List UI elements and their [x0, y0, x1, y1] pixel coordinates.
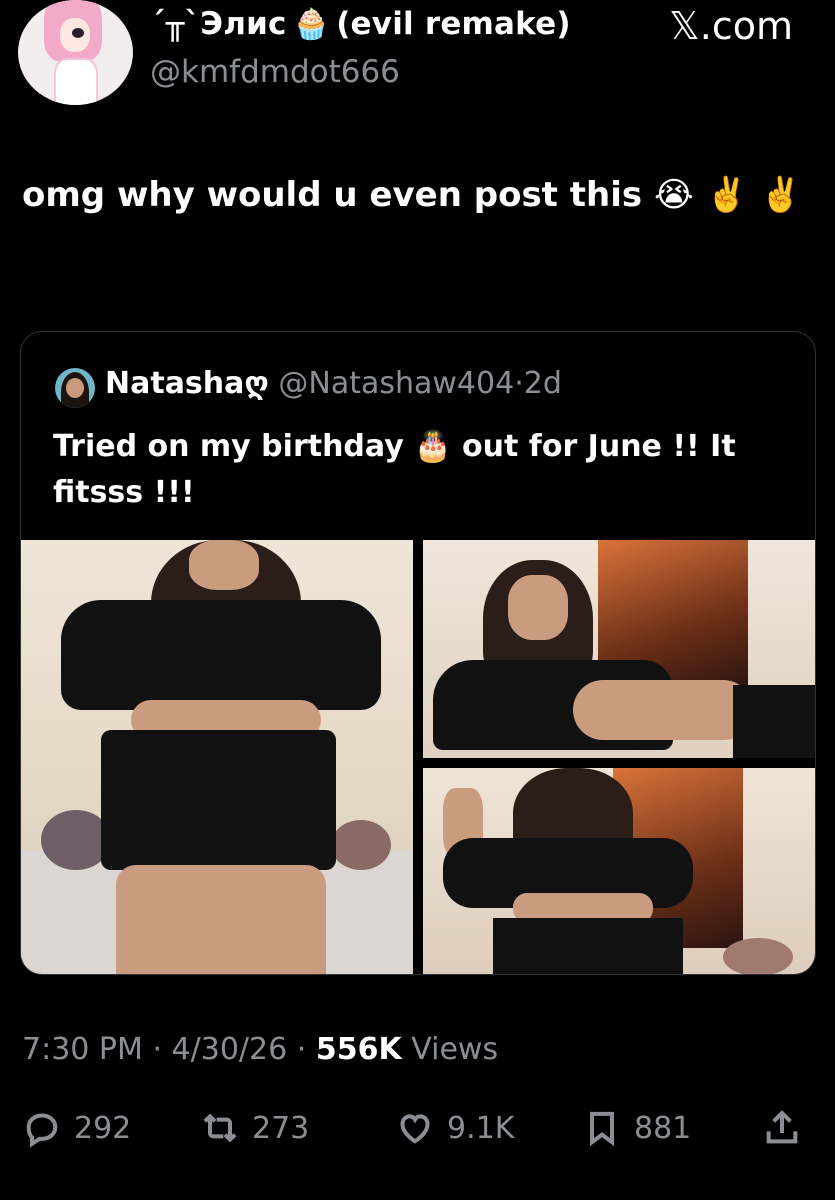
tweet-time[interactable]: 7:30 PM [22, 1032, 143, 1067]
quoted-photo-1[interactable] [21, 540, 413, 974]
photo-stockings [733, 685, 815, 758]
photo-legs [116, 865, 326, 974]
photo-skirt [101, 730, 336, 870]
speech-bubble-icon [26, 1113, 58, 1148]
tweet-date[interactable]: 4/30/26 [172, 1032, 288, 1067]
quoted-separator: · [514, 366, 524, 401]
action-bar: 292 273 9.1K 881 [0, 1108, 835, 1158]
share-upload-icon [766, 1110, 798, 1144]
quoted-name[interactable]: Natasha [105, 366, 244, 401]
quoted-avatar-face [66, 378, 84, 398]
cupcake-emoji-icon: 🧁 [292, 7, 331, 42]
share-button[interactable] [762, 1108, 802, 1148]
avatar-body [54, 58, 98, 105]
quoted-time[interactable]: 2d [524, 366, 562, 401]
author-avatar[interactable] [18, 0, 133, 105]
author-display-name[interactable]: ´╥`Элис 🧁 (evil remake) [150, 6, 571, 42]
views-count: 556K [315, 1032, 402, 1067]
quoted-name-emoji: ღ [244, 366, 269, 401]
quoted-text: Tried on my birthday 🎂 out for June !! I… [53, 429, 736, 510]
tweet-text: omg why would u even post this 😭 ✌️ ✌️ [22, 175, 803, 215]
views-label: Views [411, 1032, 499, 1067]
bookmark-count: 881 [634, 1110, 692, 1146]
photo-plush-toy-right [331, 820, 391, 870]
author-handle[interactable]: @kmfdmdot666 [150, 54, 400, 90]
quoted-handle[interactable]: @Natashaw404 [278, 366, 514, 401]
repost-arrows-icon [203, 1113, 237, 1143]
photo-top [61, 600, 381, 710]
quoted-header: Natashaღ @Natashaw404·2d [105, 366, 562, 401]
quoted-avatar[interactable] [55, 368, 95, 408]
author-name-suffix: (evil remake) [336, 6, 571, 42]
repost-count: 273 [252, 1110, 310, 1146]
repost-button[interactable]: 273 [200, 1108, 309, 1148]
bookmark-icon [590, 1111, 614, 1147]
author-name-prefix: ´╥`Элис [150, 6, 287, 42]
photo-face [508, 575, 568, 640]
tweet-meta: 7:30 PM · 4/30/26 · 556K Views [22, 1032, 498, 1067]
reply-button[interactable]: 292 [22, 1108, 131, 1148]
bookmark-button[interactable]: 881 [582, 1108, 691, 1148]
photo-skirt [493, 918, 683, 974]
meta-separator: · [152, 1032, 162, 1067]
heart-icon [400, 1114, 430, 1144]
photo-face [189, 540, 259, 590]
like-button[interactable]: 9.1K [395, 1108, 514, 1148]
reply-count: 292 [74, 1110, 132, 1146]
avatar-eye [72, 28, 84, 38]
quoted-photo-2[interactable] [423, 540, 815, 758]
quoted-photo-3[interactable] [423, 768, 815, 974]
photo-leg [573, 680, 753, 740]
quoted-tweet[interactable]: Natashaღ @Natashaw404·2d Tried on my bir… [20, 331, 816, 975]
photo-plush-toy [723, 938, 793, 974]
meta-separator: · [296, 1032, 307, 1067]
site-label: 𝕏.com [669, 4, 793, 48]
like-count: 9.1K [447, 1110, 515, 1146]
